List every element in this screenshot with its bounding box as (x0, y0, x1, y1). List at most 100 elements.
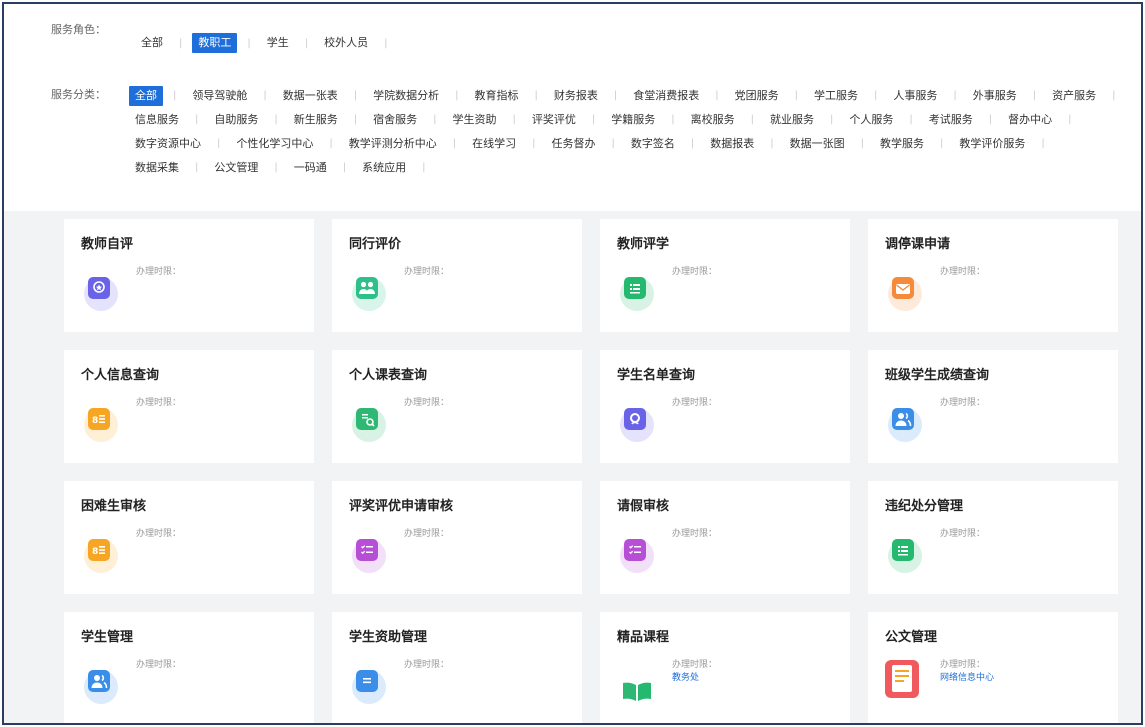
category-filter-item-label: 任务督办 (551, 136, 596, 150)
separator: | (860, 138, 864, 149)
service-card[interactable]: 评奖评优申请审核 办理时限： (332, 481, 582, 594)
category-filter-item[interactable]: 食堂消费报表 | (627, 84, 728, 107)
category-filter-item[interactable]: 公文管理 | (208, 156, 287, 179)
category-filter-item[interactable]: 全部 | (129, 84, 186, 107)
category-filter-item[interactable]: 学院数据分析 | (367, 84, 468, 107)
category-filter-item[interactable]: 外事服务 | (967, 84, 1046, 107)
deadline-label: 办理时限： (404, 267, 450, 277)
category-filter-item[interactable]: 在线学习 | (466, 132, 545, 155)
deadline-label: 办理时限： (672, 529, 718, 539)
service-card-meta: 办理时限： (136, 397, 181, 410)
category-filter-item[interactable]: 财务报表 | (548, 84, 627, 107)
service-card-title: 调停课申请 (885, 237, 951, 252)
list-icon (616, 271, 658, 313)
service-card[interactable]: 教师自评 办理时限： (64, 219, 314, 332)
category-filter-item[interactable]: 评奖评优 | (526, 108, 605, 131)
service-card-title: 同行评价 (349, 237, 402, 252)
service-card[interactable]: 违纪处分管理 办理时限： (868, 481, 1118, 594)
category-filter-item[interactable]: 人事服务 | (887, 84, 966, 107)
service-card[interactable]: 学生管理 办理时限： (64, 612, 314, 723)
category-filter-item-label: 系统应用 (362, 160, 407, 174)
separator: | (173, 90, 177, 101)
role-filter-item[interactable]: 全部 | (135, 32, 192, 54)
category-filter-item[interactable]: 考试服务 | (923, 108, 1002, 131)
svg-text:8: 8 (92, 416, 98, 426)
category-filter-item[interactable]: 宿舍服务 | (367, 108, 446, 131)
people-icon (348, 271, 390, 313)
separator: | (1041, 138, 1045, 149)
category-filter-item[interactable]: 信息服务 | (129, 108, 208, 131)
category-filter-item[interactable]: 个人服务 | (843, 108, 922, 131)
separator: | (274, 114, 278, 125)
category-filter-item[interactable]: 系统应用 | (356, 156, 435, 179)
deadline-label: 办理时限： (672, 398, 718, 408)
category-filter-item[interactable]: 资产服务 | (1046, 84, 1125, 107)
service-card[interactable]: 调停课申请 办理时限： (868, 219, 1118, 332)
service-card[interactable]: 学生名单查询办理时限： (600, 350, 850, 463)
service-card[interactable]: 请假审核 办理时限： (600, 481, 850, 594)
service-card[interactable]: 精品课程 办理时限： 教务处 (600, 612, 850, 723)
category-filter-item[interactable]: 数据报表 | (704, 132, 783, 155)
service-card-title: 学生名单查询 (617, 368, 696, 383)
category-filter-item[interactable]: 学生资助 | (447, 108, 526, 131)
separator: | (217, 138, 221, 149)
service-card[interactable]: 教师评学 办理时限： (600, 219, 850, 332)
category-filter-item[interactable]: 学工服务 | (808, 84, 887, 107)
service-card[interactable]: 困难生审核 8 办理时限： (64, 481, 314, 594)
service-card-title: 个人课表查询 (349, 368, 428, 383)
service-card-meta: 办理时限： (672, 266, 717, 279)
service-card[interactable]: 班级学生成绩查询 办理时限： (868, 350, 1118, 463)
category-filter-item[interactable]: 就业服务 | (764, 108, 843, 131)
category-filter-item[interactable]: 教学评测分析中心 | (343, 132, 466, 155)
category-filter-item[interactable]: 数字签名 | (625, 132, 704, 155)
category-filter-item-label: 领导驾驶舱 (192, 88, 248, 102)
role-filter-item[interactable]: 校外人员 | (318, 32, 397, 54)
category-filter-item[interactable]: 数字资源中心 | (129, 132, 230, 155)
category-filter-item[interactable]: 督办中心 | (1002, 108, 1081, 131)
service-card-title: 公文管理 (885, 630, 938, 645)
category-filter-item[interactable]: 任务督办 | (546, 132, 625, 155)
service-card[interactable]: 公文管理 办理时限： 网络信息中心 (868, 612, 1118, 723)
svg-text:8: 8 (92, 547, 98, 557)
category-filter-item[interactable]: 学籍服务 | (605, 108, 684, 131)
list-icon (884, 533, 926, 575)
category-filter-item[interactable]: 数据一张表 | (277, 84, 367, 107)
service-card[interactable]: 个人信息查询 8 办理时限： (64, 350, 314, 463)
category-filter-item-label: 教学评测分析中心 (348, 136, 437, 150)
role-filter-item[interactable]: 教职工 | (192, 32, 260, 54)
category-filter-item[interactable]: 领导驾驶舱 | (186, 84, 276, 107)
category-filter-item[interactable]: 教育指标 | (469, 84, 548, 107)
service-card[interactable]: 学生资助管理 办理时限： (332, 612, 582, 723)
envelope-icon (884, 271, 926, 313)
category-filter-item[interactable]: 数据一张图 | (784, 132, 874, 155)
category-filter-item[interactable]: 个性化学习中心 | (230, 132, 342, 155)
deadline-label: 办理时限： (940, 529, 986, 539)
service-card-title: 教师自评 (81, 237, 134, 252)
category-filter-item[interactable]: 一码通 | (288, 156, 356, 179)
category-filter-item-label: 在线学习 (472, 136, 517, 150)
separator: | (940, 138, 944, 149)
book-icon (616, 664, 658, 706)
separator: | (1032, 90, 1037, 101)
service-card[interactable]: 同行评价办理时限： (332, 219, 582, 332)
role-filter-item-label: 教职工 (192, 33, 238, 53)
category-filter-item[interactable]: 自助服务 | (208, 108, 287, 131)
separator: | (770, 138, 774, 149)
category-filter-item[interactable]: 新生服务 | (288, 108, 367, 131)
category-filter-item-label: 数据报表 (710, 136, 755, 150)
category-filter-item[interactable]: 党团服务 | (729, 84, 808, 107)
service-card[interactable]: 个人课表查询 办理时限： (332, 350, 582, 463)
role-filter-item[interactable]: 学生 | (261, 32, 318, 54)
category-filter-item[interactable]: 数据采集 | (129, 156, 208, 179)
category-filter-label: 服务分类： (51, 88, 106, 101)
category-filter-item-label: 督办中心 (1008, 112, 1053, 126)
separator: | (263, 90, 267, 101)
service-card-meta: 办理时限： (136, 659, 181, 672)
category-filter-item-label: 教育指标 (474, 88, 519, 102)
category-filter-item[interactable]: 教学评价服务 | (953, 132, 1054, 155)
checklist-icon (348, 533, 390, 575)
category-filter-item[interactable]: 离校服务 | (685, 108, 764, 131)
separator: | (794, 90, 798, 101)
category-filter-item[interactable]: 教学服务 | (874, 132, 953, 155)
category-filter-item-label: 信息服务 (135, 112, 179, 126)
